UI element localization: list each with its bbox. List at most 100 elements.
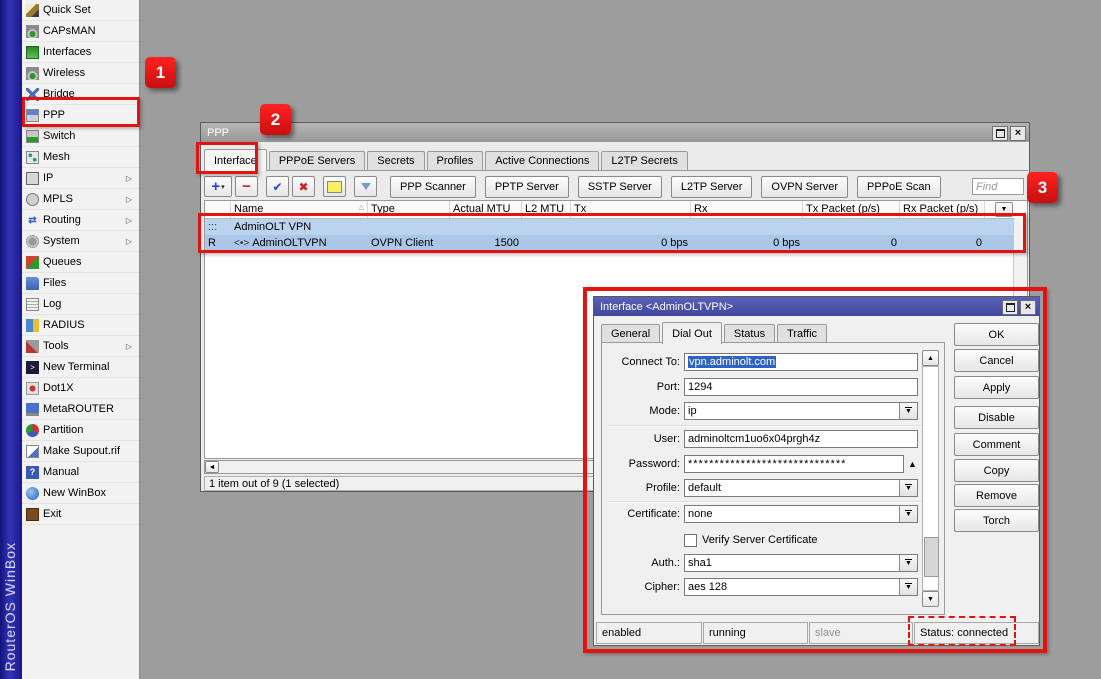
sidebar-item-interfaces[interactable]: Interfaces: [22, 42, 139, 63]
step-marker-2: 2: [260, 104, 291, 135]
sidebar-item-capsman[interactable]: CAPsMAN: [22, 21, 139, 42]
book-question-icon: [26, 466, 39, 479]
sidebar-item-mesh[interactable]: Mesh: [22, 147, 139, 168]
ppp-window-title: PPP: [207, 127, 229, 139]
sidebar-item-exit[interactable]: Exit: [22, 504, 139, 525]
sidebar-item-tools[interactable]: Tools: [22, 336, 139, 357]
filter-button[interactable]: [354, 176, 377, 197]
submenu-arrow-icon: [126, 237, 132, 246]
sidebar-item-switch[interactable]: Switch: [22, 126, 139, 147]
sidebar-item-label: Partition: [43, 424, 83, 436]
sidebar-item-label: Exit: [43, 508, 61, 520]
routing-arrows-icon: [26, 214, 39, 227]
disable-button[interactable]: [292, 176, 315, 197]
brand-vertical-label: RouterOS WinBox: [2, 542, 18, 671]
annotation-box-interface-tab: [196, 142, 258, 174]
sidebar-item-new-winbox[interactable]: New WinBox: [22, 483, 139, 504]
sidebar-item-label: Manual: [43, 466, 79, 478]
sidebar-item-make-supout[interactable]: Make Supout.rif: [22, 441, 139, 462]
cross-icon: [298, 180, 308, 194]
tab-profiles[interactable]: Profiles: [427, 151, 484, 170]
sidebar-item-dot1x[interactable]: Dot1X: [22, 378, 139, 399]
find-input[interactable]: [972, 178, 1024, 195]
antenna-icon: [26, 67, 39, 80]
sidebar-item-label: Make Supout.rif: [43, 445, 120, 457]
tab-secrets[interactable]: Secrets: [367, 151, 424, 170]
comment-button[interactable]: [323, 176, 346, 197]
magic-wand-icon: [26, 4, 39, 17]
user-key-icon: [26, 319, 39, 332]
sidebar-item-metarouter[interactable]: MetaROUTER: [22, 399, 139, 420]
minus-icon: [242, 179, 251, 194]
switch-icon: [26, 130, 39, 143]
sidebar-item-routing[interactable]: Routing: [22, 210, 139, 231]
ppp-toolbar: PPP Scanner PPTP Server SSTP Server L2TP…: [204, 174, 1028, 199]
sidebar-item-wireless[interactable]: Wireless: [22, 63, 139, 84]
folder-icon: [26, 277, 39, 290]
sidebar-item-quick-set[interactable]: Quick Set: [22, 0, 139, 21]
comment-note-icon: [327, 181, 342, 193]
sstp-server-button[interactable]: SSTP Server: [578, 176, 662, 198]
ppp-tabstrip: Interface PPPoE Servers Secrets Profiles…: [204, 147, 1028, 171]
tab-l2tp-secrets[interactable]: L2TP Secrets: [601, 151, 687, 170]
check-icon: [272, 180, 282, 194]
winbox-app: RouterOS WinBox Quick Set CAPsMAN Interf…: [0, 0, 1101, 679]
sidebar-item-label: Tools: [43, 340, 69, 352]
annotation-box-ppp-menu: [22, 97, 140, 127]
sidebar-item-label: Switch: [43, 130, 75, 142]
wrench-icon: [26, 340, 39, 353]
sidebar-item-label: RADIUS: [43, 319, 85, 331]
annotation-dashed-status-connected: [908, 616, 1016, 646]
brand-strip: RouterOS WinBox: [0, 0, 22, 679]
sidebar-item-system[interactable]: System: [22, 231, 139, 252]
maximize-icon: [996, 129, 1005, 138]
scroll-left-icon[interactable]: [205, 461, 219, 473]
sidebar-item-partition[interactable]: Partition: [22, 420, 139, 441]
sidebar-item-label: Files: [43, 277, 66, 289]
add-button[interactable]: [204, 176, 232, 197]
log-list-icon: [26, 298, 39, 311]
plus-icon: [211, 179, 220, 194]
sidebar-item-label: MetaROUTER: [43, 403, 114, 415]
sidebar-item-label: New WinBox: [43, 487, 106, 499]
sidebar-item-radius[interactable]: RADIUS: [22, 315, 139, 336]
sidebar-item-files[interactable]: Files: [22, 273, 139, 294]
maximize-button[interactable]: [992, 126, 1008, 141]
sidebar-item-label: Queues: [43, 256, 82, 268]
remove-button[interactable]: [235, 176, 258, 197]
pptp-server-button[interactable]: PPTP Server: [485, 176, 569, 198]
sidebar-item-label: Interfaces: [43, 46, 91, 58]
sidebar-item-label: CAPsMAN: [43, 25, 96, 37]
ppp-scanner-button[interactable]: PPP Scanner: [390, 176, 476, 198]
ppp-window-titlebar[interactable]: PPP: [201, 123, 1029, 142]
caret-down-icon: [221, 183, 225, 191]
gear-icon: [26, 235, 39, 248]
antenna-icon: [26, 25, 39, 38]
queues-icon: [26, 256, 39, 269]
close-button[interactable]: [1010, 126, 1026, 141]
exit-door-icon: [26, 508, 39, 521]
pppoe-scan-button[interactable]: PPPoE Scan: [857, 176, 941, 198]
sidebar-item-mpls[interactable]: MPLS: [22, 189, 139, 210]
sidebar-item-log[interactable]: Log: [22, 294, 139, 315]
sidebar-item-label: Wireless: [43, 67, 85, 79]
l2tp-server-button[interactable]: L2TP Server: [671, 176, 753, 198]
sidebar-item-ip[interactable]: IP: [22, 168, 139, 189]
step-marker-1: 1: [145, 57, 176, 88]
sidebar-item-queues[interactable]: Queues: [22, 252, 139, 273]
sidebar-item-new-terminal[interactable]: New Terminal: [22, 357, 139, 378]
tab-active-connections[interactable]: Active Connections: [485, 151, 599, 170]
document-icon: [26, 445, 39, 458]
annotation-box-vpn-rows: [198, 213, 1026, 253]
tab-pppoe-servers[interactable]: PPPoE Servers: [269, 151, 365, 170]
sidebar-item-label: MPLS: [43, 193, 73, 205]
sidebar-item-label: New Terminal: [43, 361, 109, 373]
pie-icon: [26, 424, 39, 437]
funnel-icon: [361, 183, 371, 190]
sidebar-item-label: System: [43, 235, 80, 247]
enable-button[interactable]: [266, 176, 289, 197]
submenu-arrow-icon: [126, 342, 132, 351]
ovpn-server-button[interactable]: OVPN Server: [761, 176, 848, 198]
submenu-arrow-icon: [126, 195, 132, 204]
sidebar-item-manual[interactable]: Manual: [22, 462, 139, 483]
